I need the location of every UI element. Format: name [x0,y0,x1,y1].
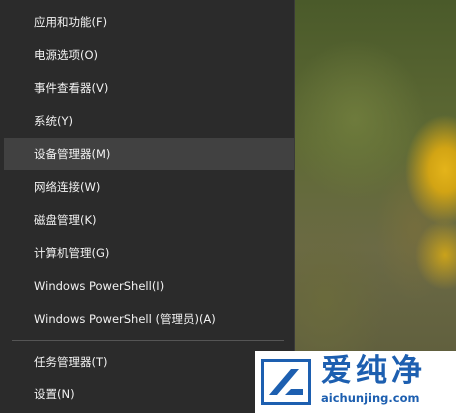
menu-item-disk-management[interactable]: 磁盘管理(K) [0,204,294,236]
watermark-logo: 爱纯净 aichunjing.com [255,351,456,413]
menu-item-network-connections[interactable]: 网络连接(W) [0,171,294,203]
brand-logo-icon [261,359,311,405]
menu-item-windows-powershell[interactable]: Windows PowerShell(I) [0,270,294,302]
menu-item-computer-management[interactable]: 计算机管理(G) [0,237,294,269]
menu-item-power-options[interactable]: 电源选项(O) [0,39,294,71]
menu-item-task-manager[interactable]: 任务管理器(T) [0,346,294,378]
menu-item-event-viewer[interactable]: 事件查看器(V) [0,72,294,104]
menu-item-system[interactable]: 系统(Y) [0,105,294,137]
menu-item-device-manager[interactable]: 设备管理器(M) [4,138,294,170]
menu-item-settings[interactable]: 设置(N) [0,378,294,410]
watermark-title: 爱纯净 [321,353,426,389]
screen: 应用和功能(F) 电源选项(O) 事件查看器(V) 系统(Y) 设备管理器(M)… [0,0,456,413]
menu-divider [12,340,284,341]
menu-item-windows-powershell-admin[interactable]: Windows PowerShell (管理员)(A) [0,303,294,335]
winx-context-menu: 应用和功能(F) 电源选项(O) 事件查看器(V) 系统(Y) 设备管理器(M)… [0,0,295,413]
menu-item-apps-and-features[interactable]: 应用和功能(F) [0,6,294,38]
watermark-url: aichunjing.com [321,391,420,405]
